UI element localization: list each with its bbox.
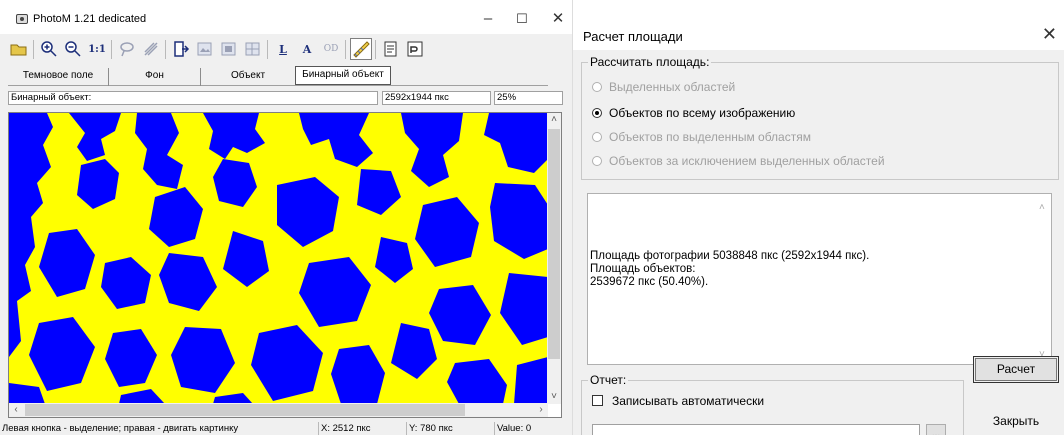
zoom-field: 25% [494, 91, 563, 105]
status-x-coordinate: X: 2512 пкс [318, 422, 402, 435]
tab-binary-object[interactable]: Бинарный объект [295, 66, 391, 85]
radio-circle-icon [592, 82, 602, 92]
minimize-button[interactable]: – [475, 9, 501, 31]
calculate-area-legend: Рассчитать площадь: [588, 55, 712, 69]
result-textarea[interactable]: Площадь фотографии 5038848 пкс (2592x194… [587, 193, 1052, 365]
report-icon[interactable] [380, 38, 402, 60]
result-scrollbar[interactable]: ˄ ˅ [1037, 194, 1051, 364]
area-calculation-dialog: Расчет площади ✕ Рассчитать площадь: Выд… [572, 0, 1064, 435]
vertical-scrollbar[interactable]: ˄ ˅ [547, 113, 561, 404]
title-bar: PhotoM 1.21 dedicated – ☐ ✕ [0, 0, 572, 34]
toolbar: 1:1 L A OD [8, 38, 568, 62]
dialog-close-icon[interactable]: ✕ [1042, 24, 1057, 45]
radio-objects-in-selection[interactable]: Объектов по выделенным областям [592, 130, 811, 144]
image-compare-icon[interactable] [218, 38, 240, 60]
auto-save-label: Записывать автоматически [612, 394, 765, 408]
line-tool-label: L [279, 42, 287, 56]
lasso-icon[interactable] [116, 38, 138, 60]
scroll-up-icon[interactable]: ˄ [547, 113, 561, 127]
checkbox-icon [592, 395, 603, 406]
horizontal-scroll-thumb[interactable] [25, 404, 465, 416]
zoom-out-icon[interactable] [62, 38, 84, 60]
tab-dark-field[interactable]: Темновое поле [8, 68, 109, 86]
status-bar: Левая кнопка - выделение; правая - двига… [0, 422, 572, 435]
window-title: PhotoM 1.21 dedicated [33, 13, 147, 25]
radio-objects-excluding-selection[interactable]: Объектов за исключением выделенных облас… [592, 154, 885, 168]
import-icon[interactable] [170, 38, 192, 60]
text-tool-button[interactable]: A [296, 38, 318, 60]
settings-icon[interactable] [404, 38, 426, 60]
dialog-title: Расчет площади [583, 29, 683, 44]
radio-objects-whole-image-label: Объектов по всему изображению [609, 106, 796, 120]
ruler-icon[interactable] [350, 38, 372, 60]
scroll-up-icon[interactable]: ˄ [1039, 202, 1045, 213]
scroll-left-icon[interactable]: ‹ [9, 403, 23, 417]
selection-tool-icon[interactable] [140, 38, 162, 60]
od-tool-button[interactable]: OD [320, 38, 342, 60]
radio-circle-icon [592, 132, 602, 142]
binary-image[interactable] [9, 113, 548, 404]
zoom-actual-size-button[interactable]: 1:1 [86, 38, 108, 60]
result-objects-label: Площадь объектов: [590, 263, 696, 275]
maximize-button[interactable]: ☐ [509, 9, 535, 31]
camera-icon [16, 14, 28, 24]
binary-object-field: Бинарный объект: [8, 91, 378, 105]
report-legend: Отчет: [588, 373, 629, 387]
image-grid-icon[interactable] [242, 38, 264, 60]
horizontal-scrollbar[interactable]: ‹ › [9, 403, 548, 417]
vertical-scroll-thumb[interactable] [548, 129, 560, 359]
report-group: Отчет: Записывать автоматически ... [581, 373, 964, 435]
tab-object[interactable]: Объект [201, 68, 295, 86]
report-path-input[interactable] [592, 424, 920, 435]
status-value: Value: 0 [494, 422, 566, 435]
scroll-down-icon[interactable]: ˅ [547, 390, 561, 404]
browse-button[interactable]: ... [926, 424, 946, 435]
image-size-field: 2592x1944 пкс [382, 91, 491, 105]
zoom-in-icon[interactable] [38, 38, 60, 60]
radio-circle-icon [592, 156, 602, 166]
image-copy-icon[interactable] [194, 38, 216, 60]
photom-window: PhotoM 1.21 dedicated – ☐ ✕ 1:1 L A OD Т… [0, 0, 572, 435]
radio-circle-icon [592, 108, 602, 118]
calculate-button[interactable]: Расчет [973, 356, 1059, 383]
radio-selected-areas[interactable]: Выделенных областей [592, 80, 735, 94]
scroll-right-icon[interactable]: › [534, 403, 548, 417]
open-folder-icon[interactable] [8, 38, 30, 60]
calculate-area-group: Рассчитать площадь: Выделенных областей … [581, 55, 1059, 180]
image-viewport[interactable]: ˄ ˅ ‹ › [8, 112, 562, 418]
result-objects-area: 2539672 пкс (50.40%). [590, 276, 709, 288]
tab-strip: Темновое поле Фон Объект Бинарный объект [8, 66, 548, 86]
status-hint: Левая кнопка - выделение; правая - двига… [2, 423, 239, 434]
close-dialog-button[interactable]: Закрыть [973, 405, 1059, 435]
tab-background[interactable]: Фон [109, 68, 201, 86]
radio-objects-excluding-selection-label: Объектов за исключением выделенных облас… [609, 154, 885, 168]
radio-objects-whole-image[interactable]: Объектов по всему изображению [592, 106, 795, 120]
radio-objects-in-selection-label: Объектов по выделенным областям [609, 130, 811, 144]
info-bar: Бинарный объект: 2592x1944 пкс 25% [8, 91, 563, 105]
radio-selected-areas-label: Выделенных областей [609, 80, 736, 94]
status-y-coordinate: Y: 780 пкс [406, 422, 492, 435]
dialog-title-bar: Расчет площади ✕ [573, 0, 1064, 50]
auto-save-checkbox[interactable]: Записывать автоматически [592, 394, 764, 408]
result-text: Площадь фотографии 5038848 пкс (2592x194… [590, 250, 869, 289]
result-photo-area: Площадь фотографии 5038848 пкс (2592x194… [590, 250, 870, 262]
binary-image-render [9, 113, 548, 404]
close-button[interactable]: ✕ [545, 9, 571, 31]
line-tool-button[interactable]: L [272, 38, 294, 60]
